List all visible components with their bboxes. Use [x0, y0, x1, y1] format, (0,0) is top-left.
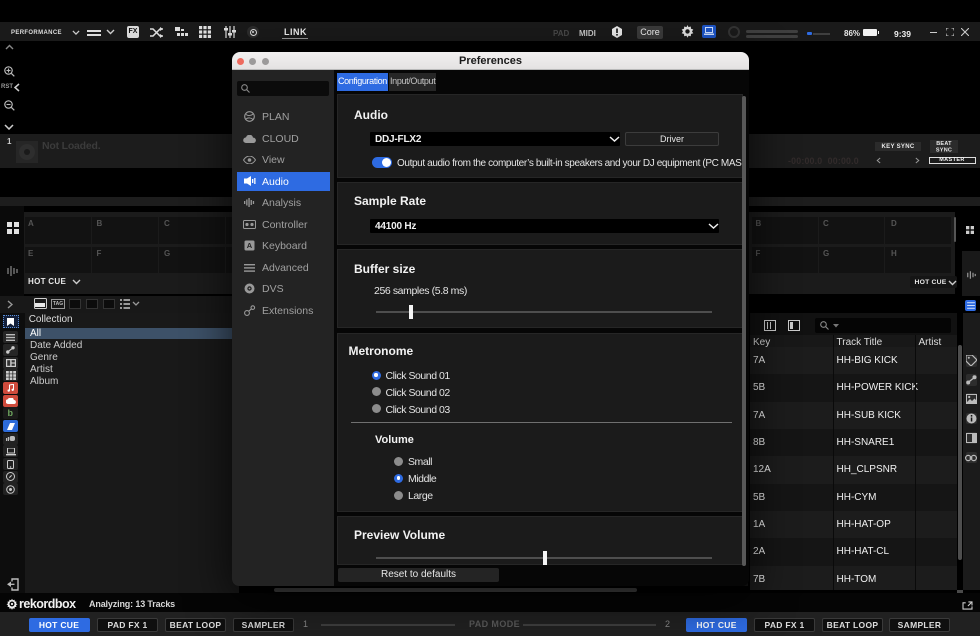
- svg-text:A: A: [247, 241, 253, 250]
